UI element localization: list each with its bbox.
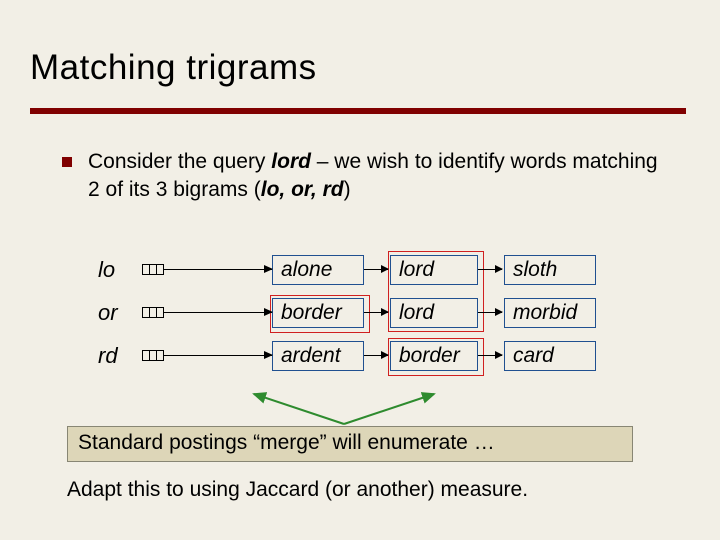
postings-head-icon [142, 307, 164, 318]
posting-cell: border [272, 298, 364, 328]
converge-arrows-icon [239, 388, 449, 426]
posting-cell: ardent [272, 341, 364, 371]
bigram-label: or [98, 300, 144, 326]
arrow-icon [478, 269, 502, 271]
bigram-2: or, [285, 178, 317, 201]
arrow-icon [164, 269, 272, 271]
slide-title: Matching trigrams [30, 48, 317, 88]
adapt-note: Adapt this to using Jaccard (or another)… [67, 478, 687, 502]
query-word: lord [271, 150, 311, 173]
posting-cell: border [390, 341, 478, 371]
bullet-item: Consider the query lord – we wish to ide… [62, 148, 662, 205]
posting-cell: lord [390, 298, 478, 328]
arrow-icon [364, 312, 388, 314]
bigram-label: rd [98, 343, 144, 369]
postings-diagram: lo alone lord sloth or border lord morbi… [98, 248, 658, 377]
bigram-1: lo, [261, 178, 286, 201]
posting-cell: morbid [504, 298, 596, 328]
posting-cell: alone [272, 255, 364, 285]
arrow-icon [364, 269, 388, 271]
bigram-3: rd [317, 178, 344, 201]
bullet-text: Consider the query lord – we wish to ide… [88, 148, 662, 205]
arrow-icon [364, 355, 388, 357]
posting-row: or border lord morbid [98, 291, 658, 334]
bigram-label: lo [98, 257, 144, 283]
arrow-icon [478, 312, 502, 314]
bullet-pre: Consider the query [88, 150, 271, 173]
posting-row: lo alone lord sloth [98, 248, 658, 291]
arrow-icon [164, 312, 272, 314]
title-underline [30, 108, 686, 114]
posting-cell: sloth [504, 255, 596, 285]
posting-row: rd ardent border card [98, 334, 658, 377]
posting-cell: card [504, 341, 596, 371]
merge-note: Standard postings “merge” will enumerate… [67, 426, 633, 462]
postings-head-icon [142, 350, 164, 361]
arrow-icon [164, 355, 272, 357]
arrow-icon [478, 355, 502, 357]
bullet-square-icon [62, 157, 72, 167]
bullet-post: ) [344, 178, 351, 201]
posting-cell: lord [390, 255, 478, 285]
slide: Matching trigrams Consider the query lor… [0, 0, 720, 540]
postings-head-icon [142, 264, 164, 275]
